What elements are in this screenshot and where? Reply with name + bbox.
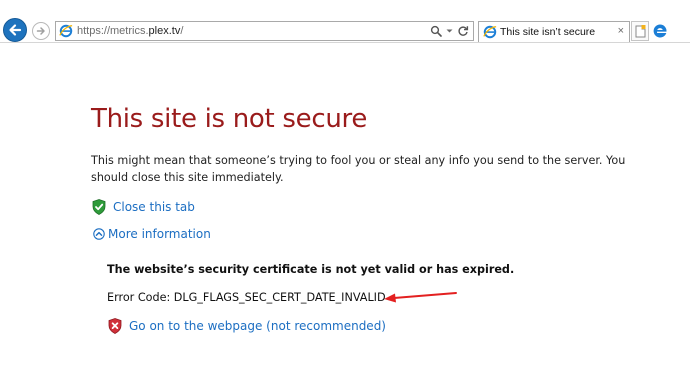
url-suffix: /: [180, 25, 184, 37]
address-bar-tools: [430, 24, 469, 38]
go-on-row[interactable]: Go on to the webpage (not recommended): [108, 318, 386, 334]
error-code: Error Code: DLG_FLAGS_SEC_CERT_DATE_INVA…: [107, 291, 386, 304]
new-tab-button[interactable]: [631, 21, 649, 41]
tab-active[interactable]: This site isn’t secure ×: [478, 21, 630, 42]
back-button[interactable]: [3, 18, 27, 42]
url-text: https://metrics.plex.tv/: [77, 25, 183, 37]
address-bar[interactable]: https://metrics.plex.tv/: [55, 21, 474, 41]
ie-icon: [59, 24, 73, 38]
close-tab-link[interactable]: Close this tab: [113, 200, 195, 214]
more-information-link[interactable]: More information: [108, 227, 211, 241]
certificate-error-heading: The website’s security certificate is no…: [107, 263, 515, 276]
close-tab-row[interactable]: Close this tab: [92, 199, 195, 215]
go-on-link[interactable]: Go on to the webpage (not recommended): [129, 319, 386, 333]
tab-title: This site isn’t secure: [500, 26, 596, 38]
refresh-icon[interactable]: [457, 25, 469, 37]
ie-icon: [483, 25, 497, 39]
search-icon[interactable]: [430, 25, 442, 37]
edge-icon: [653, 24, 667, 38]
url-prefix: https://metrics.: [77, 25, 149, 37]
chevron-up-circle-icon: [93, 228, 105, 240]
more-information-row[interactable]: More information: [93, 227, 211, 241]
url-host: plex.tv: [148, 25, 181, 37]
warning-description: This might mean that someone’s trying to…: [91, 154, 626, 184]
forward-button[interactable]: [32, 22, 50, 40]
green-shield-icon: [92, 199, 106, 215]
browser-toolbar: https://metrics.plex.tv/ This site isn’t…: [0, 0, 690, 44]
back-arrow-icon: [9, 24, 22, 36]
dropdown-arrow-icon[interactable]: [446, 25, 453, 37]
red-shield-icon: [108, 318, 122, 334]
annotation-arrow-icon: [384, 292, 457, 303]
forward-arrow-icon: [36, 27, 45, 35]
edge-button[interactable]: [651, 21, 669, 41]
page-title: This site is not secure: [91, 104, 368, 134]
tab-close-icon[interactable]: ×: [618, 25, 624, 37]
new-tab-icon: [635, 25, 646, 38]
toolbar-divider: [0, 42, 690, 43]
